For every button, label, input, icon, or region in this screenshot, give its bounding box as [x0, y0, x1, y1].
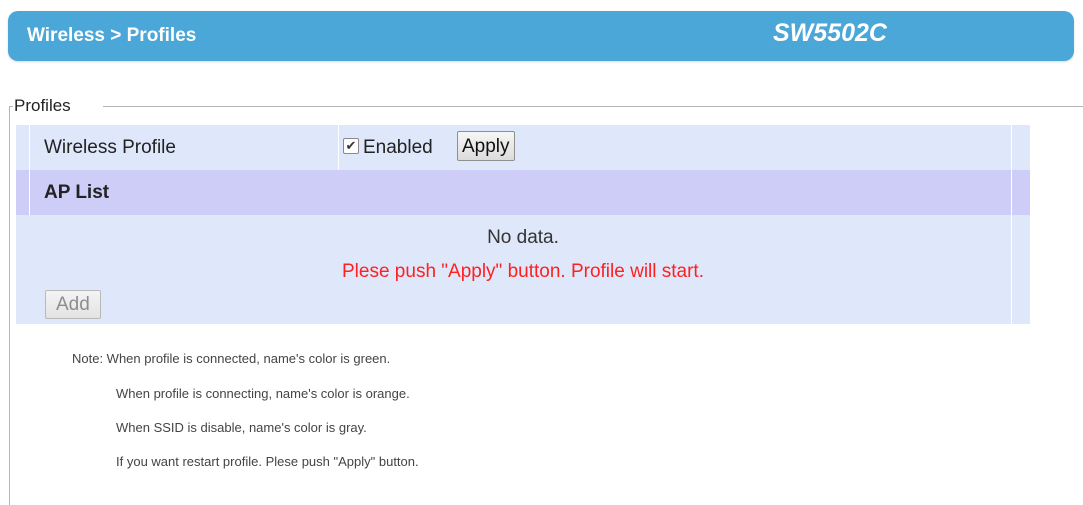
apply-button[interactable]: Apply: [457, 131, 515, 161]
enabled-checkbox[interactable]: ✔: [343, 138, 359, 154]
page-header: Wireless > Profiles SW5502C: [8, 11, 1074, 61]
no-data-text: No data.: [487, 227, 559, 248]
device-model: SW5502C: [773, 19, 887, 47]
profiles-panel: Wireless Profile ✔ Enabled Apply AP List…: [16, 125, 1030, 324]
fieldset-legend: Profiles: [14, 96, 73, 116]
apply-hint-message: Plese push "Apply" button. Profile will …: [342, 261, 704, 282]
row-gutter-left: [16, 125, 30, 170]
note-line: When SSID is disable, name's color is gr…: [116, 420, 367, 435]
row-gutter-left: [16, 170, 30, 215]
ap-list-title: AP List: [44, 182, 110, 203]
note-line: Note: When profile is connected, name's …: [72, 351, 391, 366]
add-button[interactable]: Add: [45, 290, 101, 319]
fieldset-border-left: [9, 106, 10, 505]
note-line: If you want restart profile. Plese push …: [116, 454, 419, 469]
row-gutter-right: [1011, 170, 1030, 215]
breadcrumb: Wireless > Profiles: [27, 25, 197, 46]
ap-list-body: No data. Plese push "Apply" button. Prof…: [16, 215, 1030, 324]
ap-list-header-row: AP List: [16, 170, 1030, 215]
fieldset-border-top: [103, 106, 1083, 107]
note-line: When profile is connecting, name's color…: [116, 386, 410, 401]
row-gutter-right: [1011, 125, 1030, 170]
wireless-profile-label: Wireless Profile: [44, 137, 176, 158]
wireless-profile-row: Wireless Profile ✔ Enabled Apply: [16, 125, 1030, 170]
column-divider: [338, 125, 339, 170]
enabled-label: Enabled: [363, 137, 433, 158]
